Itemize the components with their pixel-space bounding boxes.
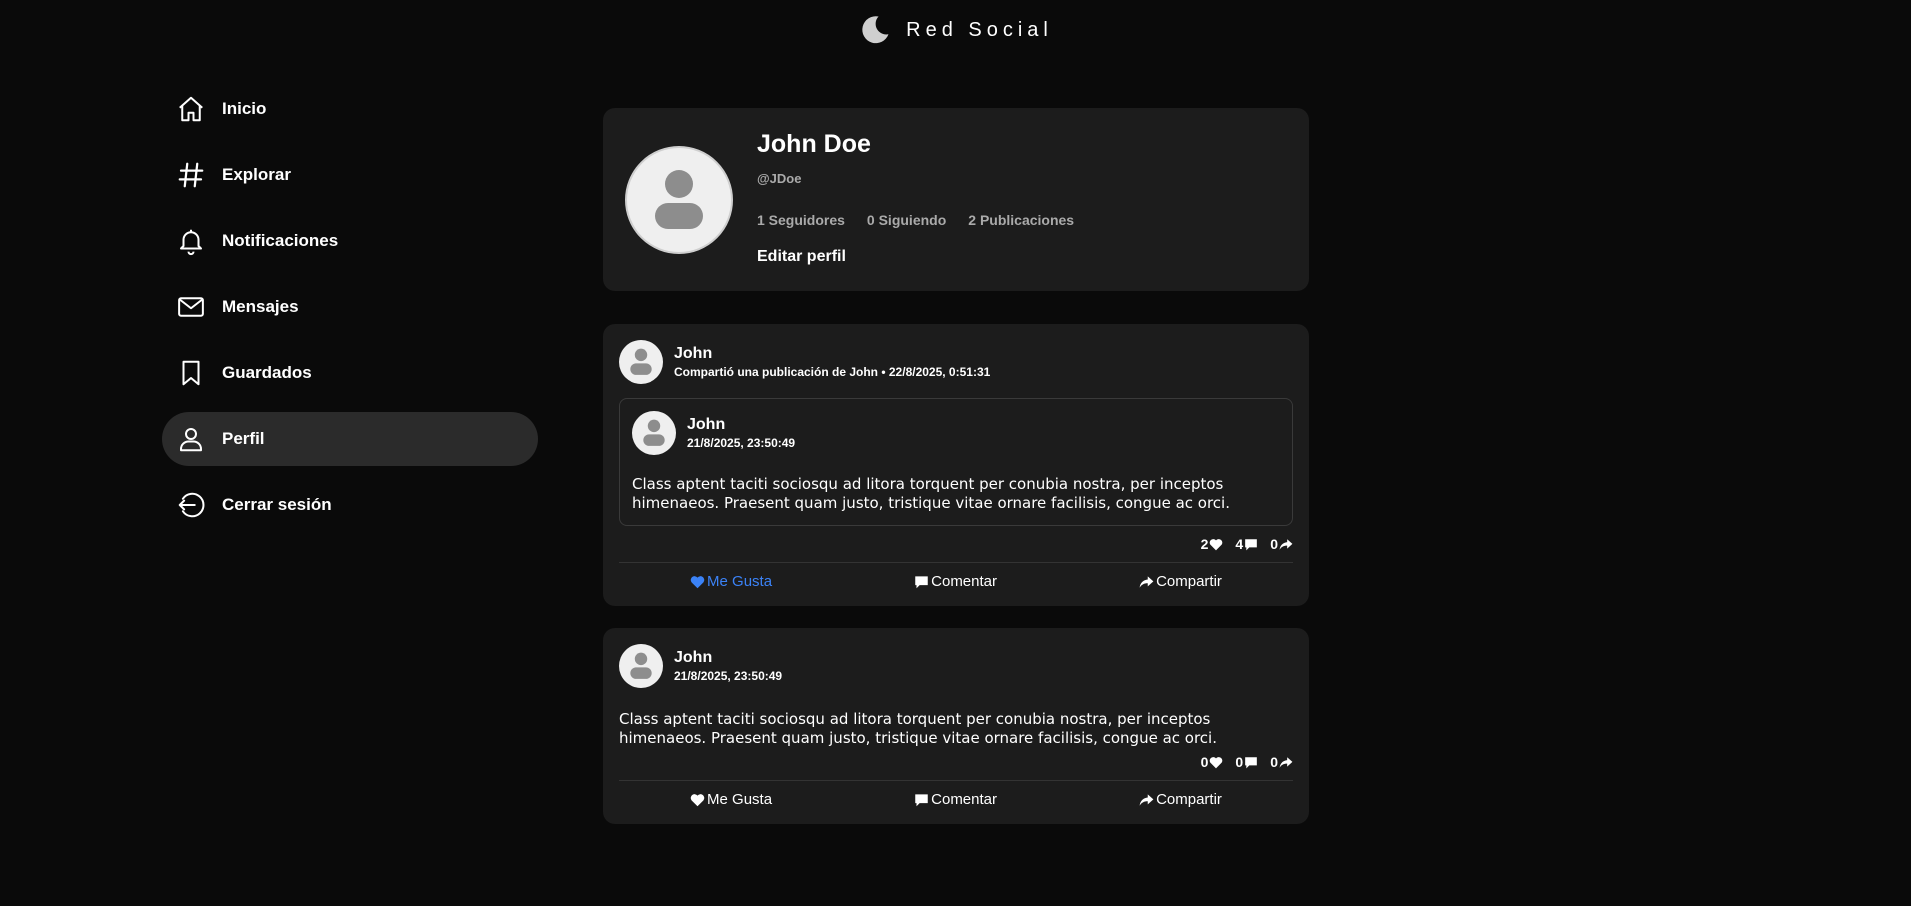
- likes-count: 0: [1201, 754, 1224, 770]
- comment-button[interactable]: Comentar: [914, 791, 997, 808]
- profile-stats: 1 Seguidores 0 Siguiendo 2 Publicaciones: [757, 212, 1074, 228]
- post-actions: Me Gusta Comentar Compartir: [619, 573, 1293, 590]
- default-user-icon: [643, 419, 665, 446]
- heart-icon: [1210, 538, 1223, 550]
- post-shared-info: Compartió una publicación de John • 22/8…: [674, 365, 991, 379]
- edit-profile-button[interactable]: Editar perfil: [757, 248, 1074, 266]
- sidebar-item-label: Explorar: [222, 165, 291, 184]
- default-user-icon: [655, 170, 703, 229]
- bell-icon: [176, 226, 206, 256]
- heart-icon: [690, 575, 705, 588]
- post-actions: Me Gusta Comentar Compartir: [619, 791, 1293, 808]
- profile-card: John Doe @JDoe 1 Seguidores 0 Siguiendo …: [603, 108, 1309, 291]
- like-button[interactable]: Me Gusta: [690, 573, 772, 590]
- mail-icon: [176, 292, 206, 322]
- post-text: Class aptent taciti sociosqu ad litora t…: [632, 475, 1230, 512]
- shares-count: 0: [1270, 754, 1293, 770]
- app-title: Red Social: [906, 18, 1053, 41]
- sidebar-item-label: Mensajes: [222, 297, 299, 316]
- post-author-name[interactable]: John: [674, 345, 990, 363]
- share-label: Compartir: [1156, 573, 1222, 590]
- sidebar-item-cerrar-sesion[interactable]: Cerrar sesión: [162, 478, 538, 532]
- shares-count-value: 0: [1270, 754, 1278, 770]
- share-button[interactable]: Compartir: [1139, 791, 1222, 808]
- likes-count-value: 2: [1200, 536, 1209, 552]
- like-button[interactable]: Me Gusta: [690, 791, 772, 808]
- post-divider: [619, 780, 1293, 781]
- sidebar-item-label: Perfil: [222, 429, 265, 448]
- post-timestamp: 21/8/2025, 23:50:49: [687, 436, 796, 450]
- post-author-avatar[interactable]: [632, 411, 676, 455]
- post-author-name[interactable]: John: [674, 649, 782, 667]
- sidebar-item-label: Notificaciones: [222, 231, 339, 250]
- likes-count: 2: [1201, 536, 1224, 552]
- followers-count[interactable]: 1 Seguidores: [757, 212, 845, 228]
- posts-count: 2 Publicaciones: [968, 212, 1075, 228]
- likes-count-value: 0: [1200, 754, 1209, 770]
- following-count[interactable]: 0 Siguiendo: [867, 212, 946, 228]
- profile-avatar: [625, 146, 733, 254]
- post-card: John Compartió una publicación de John •…: [603, 324, 1309, 606]
- share-icon: [1279, 538, 1293, 550]
- sidebar-item-explorar[interactable]: Explorar: [162, 148, 538, 202]
- sidebar-item-perfil[interactable]: Perfil: [162, 412, 538, 466]
- share-label: Compartir: [1156, 791, 1222, 808]
- post-divider: [619, 562, 1293, 563]
- comment-icon: [915, 575, 928, 588]
- sidebar-item-label: Cerrar sesión: [222, 495, 332, 514]
- sidebar-item-label: Inicio: [222, 99, 267, 118]
- comments-count-value: 4: [1235, 536, 1244, 552]
- shares-count: 0: [1270, 536, 1293, 552]
- comment-label: Comentar: [931, 573, 997, 590]
- hash-icon: [176, 160, 206, 190]
- post-counts: 0 0 0: [619, 754, 1293, 770]
- post-timestamp: 21/8/2025, 23:50:49: [674, 669, 783, 683]
- like-label: Me Gusta: [707, 573, 773, 590]
- moon-icon: [858, 13, 892, 47]
- post-author-avatar[interactable]: [619, 644, 663, 688]
- sidebar-item-label: Guardados: [222, 363, 312, 382]
- post-card: John 21/8/2025, 23:50:49 Class aptent ta…: [603, 628, 1309, 824]
- default-user-icon: [630, 652, 652, 679]
- logout-icon: [176, 490, 206, 520]
- post-counts: 2 4 0: [619, 536, 1293, 552]
- comment-label: Comentar: [931, 791, 997, 808]
- main-feed: John Doe @JDoe 1 Seguidores 0 Siguiendo …: [603, 108, 1309, 824]
- comments-count: 4: [1235, 536, 1258, 552]
- post-text: Class aptent taciti sociosqu ad litora t…: [619, 710, 1217, 747]
- share-icon: [1279, 756, 1293, 768]
- shared-post[interactable]: John 21/8/2025, 23:50:49 Class aptent ta…: [619, 398, 1293, 526]
- app-header: Red Social: [0, 10, 1911, 50]
- sidebar-nav: Inicio Explorar Notificaciones Mensajes …: [162, 82, 538, 544]
- comment-button[interactable]: Comentar: [914, 573, 997, 590]
- profile-handle: @JDoe: [757, 171, 802, 186]
- comment-icon: [1245, 538, 1258, 550]
- comment-icon: [915, 793, 928, 806]
- comments-count: 0: [1235, 754, 1258, 770]
- heart-icon: [1210, 756, 1223, 768]
- sidebar-item-inicio[interactable]: Inicio: [162, 82, 538, 136]
- share-button[interactable]: Compartir: [1139, 573, 1222, 590]
- profile-name: John Doe: [757, 130, 871, 158]
- default-user-icon: [630, 348, 652, 375]
- user-icon: [176, 424, 206, 454]
- shares-count-value: 0: [1270, 536, 1278, 552]
- share-icon: [1139, 575, 1154, 588]
- comments-count-value: 0: [1235, 754, 1244, 770]
- share-icon: [1139, 793, 1154, 806]
- like-label: Me Gusta: [707, 791, 773, 808]
- post-author-avatar[interactable]: [619, 340, 663, 384]
- bookmark-icon: [176, 358, 206, 388]
- sidebar-item-guardados[interactable]: Guardados: [162, 346, 538, 400]
- home-icon: [176, 94, 206, 124]
- post-author-name[interactable]: John: [687, 416, 795, 434]
- sidebar-item-mensajes[interactable]: Mensajes: [162, 280, 538, 334]
- comment-icon: [1245, 756, 1258, 768]
- heart-icon: [690, 793, 705, 806]
- sidebar-item-notificaciones[interactable]: Notificaciones: [162, 214, 538, 268]
